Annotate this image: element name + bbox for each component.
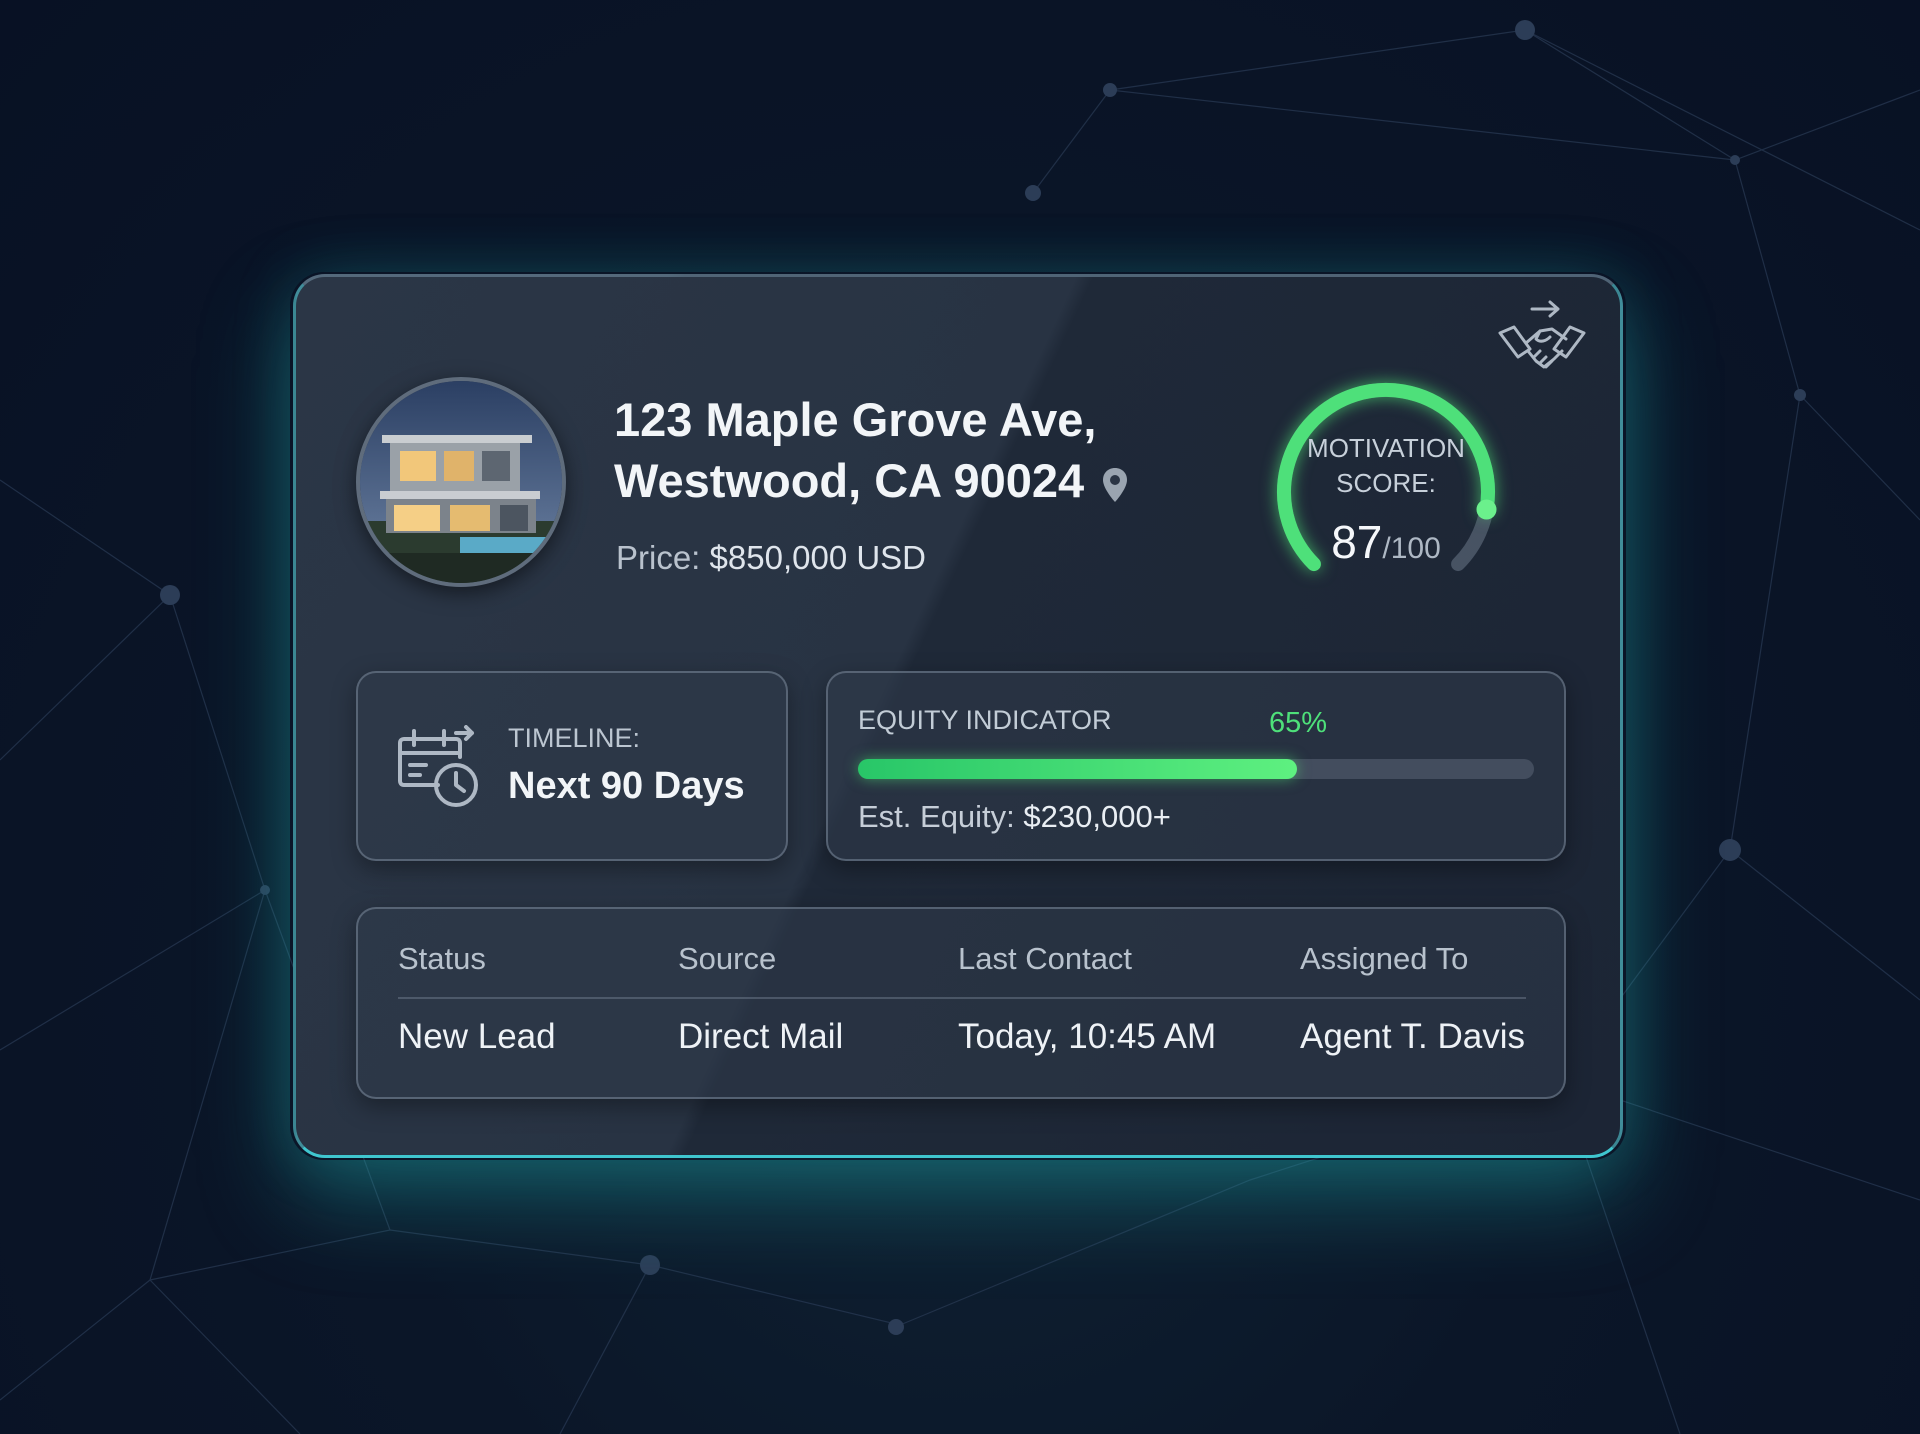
house-photo [356,377,566,587]
motivation-score-value: 87/100 [1246,515,1526,569]
equity-percent: 65% [1269,707,1328,739]
equity-estimate-value: $230,000+ [1023,799,1171,834]
timeline-label: TIMELINE: [508,723,641,753]
property-price: Price: $850,000 USD [616,539,926,577]
price-label: Price: [616,539,701,576]
map-pin-icon[interactable] [1100,466,1130,504]
equity-estimate-label: Est. Equity: [858,799,1015,834]
last-contact-value[interactable]: Today, 10:45 AM [958,1017,1216,1057]
motivation-label-line-2: SCORE: [1336,468,1436,498]
motivation-score-gauge: MOTIVATION SCORE: 87/100 [1246,367,1526,617]
address-line-2-text: Westwood, CA 90024 [614,454,1085,507]
address-line-2: Westwood, CA 90024 [614,450,1130,511]
score-max: /100 [1382,532,1441,565]
score-value: 87 [1331,516,1383,568]
source-value[interactable]: Direct Mail [678,1017,843,1057]
status-value[interactable]: New Lead [398,1017,556,1057]
table-divider [398,997,1526,999]
lead-details-table: Status Source Last Contact Assigned To N… [356,907,1566,1099]
header-last-contact: Last Contact [958,941,1133,976]
timeline-value: Next 90 Days [508,765,745,807]
motivation-score-label: MOTIVATION SCORE: [1246,431,1526,501]
handshake-icon[interactable] [1496,299,1588,381]
page: 123 Maple Grove Ave, Westwood, CA 90024 … [0,0,1920,1434]
equity-panel[interactable]: EQUITY INDICATOR 65% Est. Equity: $230,0… [826,671,1566,861]
address-line-1: 123 Maple Grove Ave, [614,393,1097,446]
motivation-label-line-1: MOTIVATION [1307,433,1465,463]
header-assigned-to: Assigned To [1300,941,1469,976]
lead-card[interactable]: 123 Maple Grove Ave, Westwood, CA 90024 … [293,274,1623,1158]
timeline-panel[interactable]: TIMELINE: Next 90 Days [356,671,788,861]
equity-label: EQUITY INDICATOR [858,705,1112,735]
header-status: Status [398,941,486,976]
equity-estimate: Est. Equity: $230,000+ [858,799,1171,835]
equity-progress-fill [858,759,1298,779]
calendar-clock-icon [398,725,478,807]
equity-progress-track [858,759,1534,779]
property-address: 123 Maple Grove Ave, Westwood, CA 90024 [614,389,1130,511]
assigned-to-value[interactable]: Agent T. Davis [1300,1017,1525,1057]
price-value: $850,000 USD [709,539,927,576]
header-source: Source [678,941,777,976]
